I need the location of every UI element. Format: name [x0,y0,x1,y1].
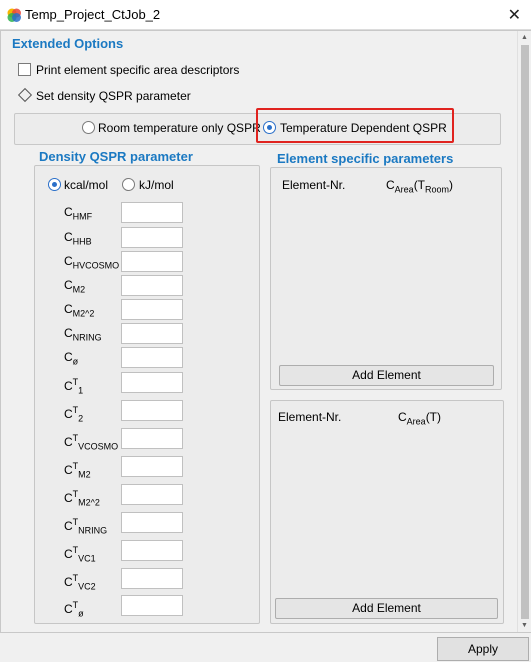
param-label: CTVC2 [64,573,96,592]
param-input[interactable] [121,251,183,272]
param-label: CTM2^2 [64,489,100,508]
density-title: Density QSPR parameter [39,149,193,164]
scroll-thumb[interactable] [521,45,529,619]
window-title: Temp_Project_CtJob_2 [25,7,161,22]
kcal-radio[interactable] [48,178,61,191]
apply-button[interactable]: Apply [437,637,529,661]
param-label: CM2 [64,278,86,295]
param-input[interactable] [121,484,183,505]
param-input[interactable] [121,456,183,477]
carea-temp-header: CArea(T) [398,410,442,427]
print-area-label: Print element specific area descriptors [36,63,240,77]
room-temp-radio[interactable] [82,121,95,134]
param-label: CM2^2 [64,302,95,319]
param-label: CT1 [64,377,84,396]
param-label: CTø [64,600,84,619]
param-input[interactable] [121,299,183,320]
param-input[interactable] [121,428,183,449]
add-element-button-room[interactable]: Add Element [279,365,494,386]
kj-label[interactable]: kJ/mol [139,178,174,192]
element-title: Element specific parameters [277,151,454,166]
highlight-box [256,108,454,143]
param-input[interactable] [121,512,183,533]
param-input[interactable] [121,227,183,248]
param-input[interactable] [121,323,183,344]
add-element-button-temp[interactable]: Add Element [275,598,498,619]
kcal-label[interactable]: kcal/mol [64,178,108,192]
vertical-scrollbar[interactable]: ▲ ▼ [517,31,531,632]
print-area-checkbox[interactable] [18,63,31,76]
element-room-panel [270,167,502,390]
param-input[interactable] [121,372,183,393]
extended-options-title: Extended Options [12,36,124,51]
param-label: CHVCOSMO [64,254,120,271]
room-temp-label[interactable]: Room temperature only QSPR [98,121,261,135]
param-input[interactable] [121,202,183,223]
param-label: CT2 [64,405,84,424]
title-bar: Temp_Project_CtJob_2 ✕ [0,0,531,30]
param-input[interactable] [121,400,183,421]
param-label: CTM2 [64,461,91,480]
param-input[interactable] [121,568,183,589]
param-input[interactable] [121,540,183,561]
element-nr-header-temp: Element-Nr. [278,410,342,424]
element-temp-panel [270,400,504,624]
element-nr-header: Element-Nr. [282,178,346,192]
scroll-up-icon[interactable]: ▲ [521,34,528,41]
param-label: CHMF [64,205,93,222]
kj-radio[interactable] [122,178,135,191]
param-input[interactable] [121,275,183,296]
param-label: CTVCOSMO [64,433,119,452]
close-icon[interactable]: ✕ [508,5,521,25]
app-logo-icon [7,8,21,22]
param-label: CTNRING [64,517,108,536]
carea-room-header: CArea(TRoom) [386,178,454,195]
param-label: CTVC1 [64,545,96,564]
set-density-label: Set density QSPR parameter [36,89,191,103]
param-label: CHHB [64,230,92,247]
param-input[interactable] [121,347,183,368]
param-label: Cø [64,350,79,367]
scroll-down-icon[interactable]: ▼ [521,622,528,629]
param-label: CNRING [64,326,102,343]
param-input[interactable] [121,595,183,616]
